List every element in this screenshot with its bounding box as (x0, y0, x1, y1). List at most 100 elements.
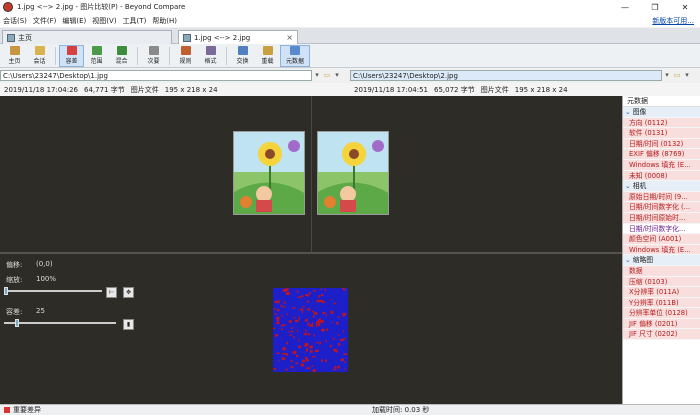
update-link[interactable]: 新版本可用... (652, 16, 694, 26)
format-button[interactable]: 格式 (198, 45, 223, 67)
blend-button[interactable]: 混合 (109, 45, 134, 67)
difference-pixel (337, 365, 340, 369)
session-button[interactable]: 会话 (27, 45, 52, 67)
fit-to-window-icon[interactable]: ⊢ (106, 287, 117, 298)
difference-pixel (325, 314, 327, 317)
left-file-size: 64,771 字节 (84, 85, 125, 94)
chevron-down-icon[interactable]: ⌄ (625, 108, 631, 116)
pane-divider[interactable] (311, 96, 312, 252)
metadata-button[interactable]: 元数据 (280, 44, 310, 67)
difference-pixel (278, 301, 280, 304)
swap-button[interactable]: 交换 (230, 45, 255, 67)
difference-pixel (298, 345, 301, 349)
difference-pixel (295, 362, 299, 365)
tolerance-color-icon[interactable]: ▮ (123, 319, 134, 330)
left-browse-folder-icon[interactable]: ▭ (322, 71, 332, 79)
difference-pixel (286, 341, 289, 345)
metadata-row[interactable]: 分辨率单位 (0128) (623, 308, 700, 319)
chevron-down-icon[interactable]: ⌄ (625, 256, 631, 264)
difference-pixel (285, 292, 290, 295)
left-browse-dropdown-icon[interactable]: ▾ (332, 71, 342, 79)
right-path-dropdown-icon[interactable]: ▾ (662, 71, 672, 79)
metadata-row[interactable]: 压缩 (0103) (623, 276, 700, 288)
minimize-button[interactable]: — (610, 3, 640, 12)
tolerance-slider[interactable] (4, 319, 116, 327)
right-image[interactable] (317, 131, 389, 215)
difference-pixel (306, 348, 308, 352)
menu-edit[interactable]: 编辑(E) (59, 16, 89, 26)
toolbar-separator (55, 46, 56, 65)
metadata-row[interactable]: 颜色空间 (A001) (623, 234, 700, 245)
rules-button[interactable]: 规则 (173, 45, 198, 67)
zoom-slider-handle[interactable] (4, 287, 8, 295)
home-icon (9, 46, 20, 55)
metadata-row[interactable]: 方向 (0112) (623, 117, 700, 129)
difference-pixel (311, 365, 313, 367)
right-file-dims: 195 x 218 x 24 (514, 85, 568, 94)
tolerance-slider-handle[interactable] (15, 319, 20, 327)
metadata-row[interactable]: Windows 填充 (E... (623, 244, 700, 256)
tab-home[interactable]: 主页 (2, 30, 172, 44)
metadata-row[interactable]: 日期/时间数字化... (623, 224, 700, 235)
difference-pixel (325, 340, 328, 343)
difference-image[interactable] (273, 288, 348, 372)
zoom-label: 缩放: (6, 276, 23, 284)
zoom-center-icon[interactable]: ✥ (123, 287, 134, 298)
difference-pixel (313, 334, 315, 337)
left-image[interactable] (233, 131, 305, 215)
menu-tools[interactable]: 工具(T) (120, 16, 150, 26)
metadata-row[interactable]: Y分辨率 (011B) (623, 297, 700, 309)
maximize-button[interactable]: ❐ (640, 3, 670, 12)
metadata-row[interactable]: EXIF 偏移 (8769) (623, 149, 700, 160)
menu-view[interactable]: 视图(V) (89, 16, 119, 26)
reload-button[interactable]: 重载 (255, 45, 280, 67)
difference-pixel (342, 288, 345, 290)
left-path-input[interactable]: C:\Users\23247\Desktop\1.jpg (0, 69, 312, 81)
difference-pixel (340, 338, 344, 342)
left-path-dropdown-icon[interactable]: ▾ (312, 71, 322, 79)
range-button[interactable]: 范围 (84, 45, 109, 67)
metadata-row[interactable]: Windows 填充 (E... (623, 159, 700, 171)
difference-pixel (321, 359, 323, 362)
metadata-row[interactable]: 未知 (0008) (623, 170, 700, 182)
zoom-slider[interactable] (4, 287, 102, 295)
next-button[interactable]: 次要 (141, 45, 166, 67)
metadata-row[interactable]: 日期/时间原始时... (623, 212, 700, 224)
right-path-input[interactable]: C:\Users\23247\Desktop\2.jpg (350, 69, 662, 81)
menu-session[interactable]: 会话(S) (0, 16, 30, 26)
difference-pixel (281, 314, 283, 317)
metadata-group[interactable]: ⌄ 图像 (623, 107, 700, 118)
difference-pixel (330, 299, 333, 301)
metadata-row[interactable]: JIF 尺寸 (0202) (623, 329, 700, 341)
right-browse-folder-icon[interactable]: ▭ (672, 71, 682, 79)
home-icon (7, 33, 15, 42)
metadata-group-label: 相机 (632, 182, 647, 191)
toolbar-separator (226, 46, 227, 65)
menu-file[interactable]: 文件(F) (30, 16, 60, 26)
close-button[interactable]: ✕ (670, 3, 700, 12)
metadata-row[interactable]: 原始日期/时间 (9... (623, 191, 700, 203)
metadata-row[interactable]: 软件 (0131) (623, 128, 700, 139)
tab-compare[interactable]: 1.jpg <--> 2.jpg × (178, 30, 298, 44)
difference-pixel (321, 294, 324, 296)
offset-label: 偏移: (6, 261, 23, 269)
difference-pixel (319, 341, 322, 345)
diffs-button[interactable]: 容差 (59, 44, 84, 67)
difference-pane[interactable]: 偏移: (0,0) 缩放: 100% ⊢ ✥ 容差: 25 ▮ (0, 254, 622, 404)
metadata-row[interactable]: JIF 偏移 (0201) (623, 318, 700, 330)
home-button[interactable]: 主页 (2, 45, 27, 67)
difference-pixel (276, 321, 280, 325)
chevron-down-icon[interactable]: ⌄ (625, 182, 631, 190)
metadata-row[interactable]: 日期/时间 (0132) (623, 138, 700, 150)
menu-help[interactable]: 帮助(H) (149, 16, 180, 26)
difference-pixel (312, 315, 315, 318)
metadata-group[interactable]: ⌄ 相机 (623, 181, 700, 192)
tab-close-icon[interactable]: × (286, 33, 293, 42)
left-image-artwork (234, 132, 304, 214)
metadata-row[interactable]: 日期/时间数字化 (... (623, 202, 700, 213)
difference-pixel (338, 343, 341, 346)
metadata-row[interactable]: X分辨率 (011A) (623, 287, 700, 298)
metadata-row[interactable]: 数据 (623, 265, 700, 277)
metadata-group[interactable]: ⌄ 缩略图 (623, 255, 700, 266)
right-browse-dropdown-icon[interactable]: ▾ (682, 71, 692, 79)
